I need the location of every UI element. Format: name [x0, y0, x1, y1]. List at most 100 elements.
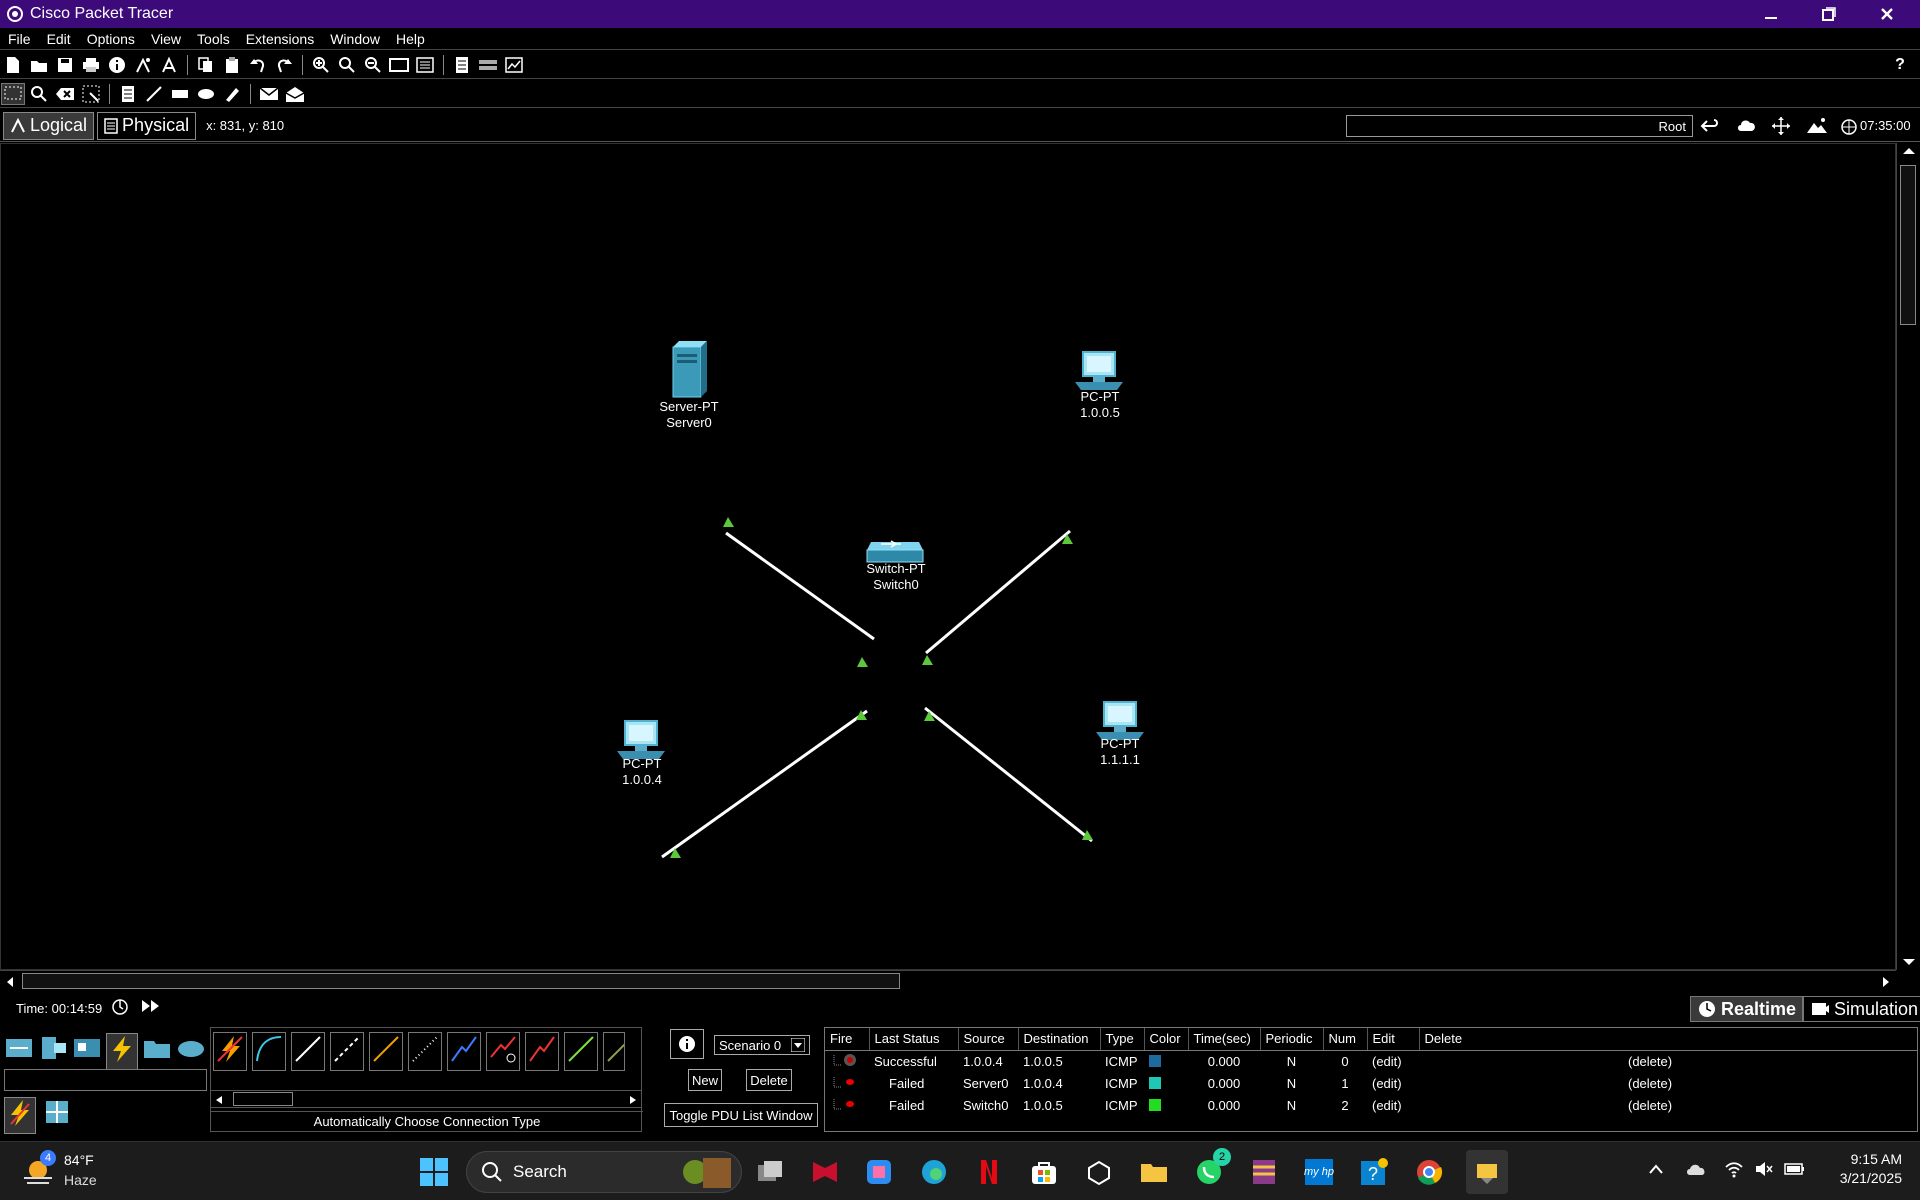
help-tips-app[interactable]: ?: [1358, 1156, 1390, 1188]
simulation-mode-button[interactable]: Simulation: [1803, 996, 1920, 1022]
link-pc1005-switch0[interactable]: [925, 529, 1071, 655]
save-button[interactable]: [53, 54, 77, 76]
tab-physical[interactable]: Physical: [97, 111, 197, 140]
viewport-button[interactable]: [1840, 116, 1858, 141]
iot-custom-option[interactable]: [603, 1032, 625, 1071]
widgets-app[interactable]: [863, 1156, 895, 1188]
new-file-button[interactable]: [1, 54, 25, 76]
start-button[interactable]: [418, 1156, 450, 1188]
draw-ellipse-tool[interactable]: [194, 83, 218, 105]
horizontal-scroll-thumb[interactable]: [22, 973, 900, 989]
col-periodic[interactable]: Periodic: [1260, 1028, 1324, 1051]
select-tool[interactable]: [1, 82, 25, 105]
print-button[interactable]: [79, 54, 103, 76]
connection-scroll-thumb[interactable]: [233, 1092, 293, 1106]
col-num[interactable]: Num: [1323, 1028, 1368, 1051]
scenario-info-button[interactable]: [670, 1029, 704, 1059]
fast-forward-button[interactable]: [140, 998, 162, 1019]
root-path-field[interactable]: Root: [1346, 115, 1693, 137]
open-button[interactable]: [27, 54, 51, 76]
menu-extensions[interactable]: Extensions: [238, 31, 322, 47]
col-delete[interactable]: Delete: [1419, 1028, 1917, 1051]
multiuser-category[interactable]: [176, 1033, 206, 1070]
custom-device-button[interactable]: [413, 54, 437, 76]
fire-cell[interactable]: [825, 1072, 869, 1094]
horizontal-scrollbar[interactable]: [0, 970, 1896, 992]
edit-link[interactable]: (edit): [1367, 1072, 1419, 1094]
pc-1111-device[interactable]: [1096, 701, 1144, 740]
delete-link[interactable]: (delete): [1419, 1072, 1917, 1094]
edge-browser[interactable]: [918, 1156, 950, 1188]
file-explorer[interactable]: [1138, 1156, 1170, 1188]
delete-link[interactable]: (delete): [1419, 1094, 1917, 1116]
straight-through-option[interactable]: [291, 1032, 325, 1071]
col-fire[interactable]: Fire: [825, 1028, 870, 1051]
pc-1005-device[interactable]: [1075, 351, 1123, 390]
col-edit[interactable]: Edit: [1367, 1028, 1420, 1051]
activity-wizard-button[interactable]: [157, 54, 181, 76]
add-complex-pdu-tool[interactable]: [283, 83, 307, 105]
mcafee-app[interactable]: [809, 1156, 841, 1188]
whatsapp-app[interactable]: 2: [1193, 1148, 1231, 1188]
taskbar-search[interactable]: Search: [466, 1151, 742, 1193]
set-background-button[interactable]: [1806, 116, 1828, 141]
draw-line-tool[interactable]: [142, 83, 166, 105]
col-type[interactable]: Type: [1100, 1028, 1145, 1051]
network-wizard-button[interactable]: [131, 54, 155, 76]
packet-tracer-taskbar[interactable]: [1083, 1156, 1115, 1188]
onedrive-tray[interactable]: [1686, 1162, 1706, 1179]
close-button[interactable]: [1858, 0, 1916, 28]
serial-dce-option[interactable]: [486, 1032, 520, 1071]
network-devices-category[interactable]: [4, 1033, 34, 1070]
end-devices-category[interactable]: [38, 1033, 68, 1070]
switch0-device[interactable]: [866, 540, 924, 563]
redo-button[interactable]: [272, 54, 296, 76]
task-view-button[interactable]: [754, 1156, 786, 1188]
col-destination[interactable]: Destination: [1018, 1028, 1101, 1051]
table-row[interactable]: Failed Switch0 1.0.0.5 ICMP 0.000 N 2 (e…: [825, 1094, 1917, 1116]
weather-widget[interactable]: 4 84°F Haze: [20, 1150, 140, 1194]
minimize-button[interactable]: [1742, 0, 1800, 28]
toggle-pdu-list-button[interactable]: Toggle PDU List Window: [664, 1103, 818, 1127]
myhp-app[interactable]: my hp: [1303, 1156, 1335, 1188]
menu-file[interactable]: File: [0, 31, 39, 47]
pt-web-button[interactable]: [502, 54, 526, 76]
new-cluster-button[interactable]: [1736, 116, 1758, 141]
connections-subcategory[interactable]: [4, 1097, 36, 1134]
info-button[interactable]: [105, 54, 129, 76]
chrome-browser[interactable]: [1413, 1156, 1445, 1188]
restore-button[interactable]: [1800, 0, 1858, 28]
show-hidden-icons[interactable]: [1648, 1162, 1664, 1178]
menu-options[interactable]: Options: [79, 31, 143, 47]
phone-cable-option[interactable]: [408, 1032, 442, 1071]
power-cycle-button[interactable]: [110, 996, 130, 1021]
menu-edit[interactable]: Edit: [39, 31, 79, 47]
server0-device[interactable]: [672, 341, 707, 398]
move-object-button[interactable]: [1771, 116, 1791, 141]
add-simple-pdu-tool[interactable]: [257, 83, 281, 105]
menu-tools[interactable]: Tools: [189, 31, 238, 47]
cluster-button[interactable]: [476, 54, 500, 76]
console-cable-option[interactable]: [252, 1032, 286, 1071]
menu-help[interactable]: Help: [388, 31, 433, 47]
packet-tracer-active-app[interactable]: [1466, 1150, 1508, 1194]
miscellaneous-category[interactable]: [142, 1033, 172, 1070]
edit-link[interactable]: (edit): [1367, 1094, 1419, 1116]
link-pc1004-switch0[interactable]: [661, 709, 868, 859]
menu-view[interactable]: View: [143, 31, 189, 47]
connection-scrollbar[interactable]: [211, 1090, 641, 1108]
store-app[interactable]: [1028, 1156, 1060, 1188]
volume-tray[interactable]: [1754, 1160, 1774, 1181]
col-last-status[interactable]: Last Status: [869, 1028, 959, 1051]
freeform-tool[interactable]: [220, 83, 244, 105]
grid-subcategory[interactable]: [42, 1097, 72, 1134]
table-row[interactable]: Successful 1.0.0.4 1.0.0.5 ICMP 0.000 N …: [825, 1050, 1917, 1072]
serial-dte-option[interactable]: [525, 1032, 559, 1071]
draw-rectangle-tool[interactable]: [168, 83, 192, 105]
realtime-mode-button[interactable]: Realtime: [1690, 996, 1804, 1022]
fire-cell[interactable]: [825, 1050, 869, 1072]
vertical-scrollbar[interactable]: [1896, 143, 1920, 970]
back-button[interactable]: [1700, 116, 1720, 141]
zoom-out-button[interactable]: [361, 54, 385, 76]
fiber-option[interactable]: [369, 1032, 403, 1071]
